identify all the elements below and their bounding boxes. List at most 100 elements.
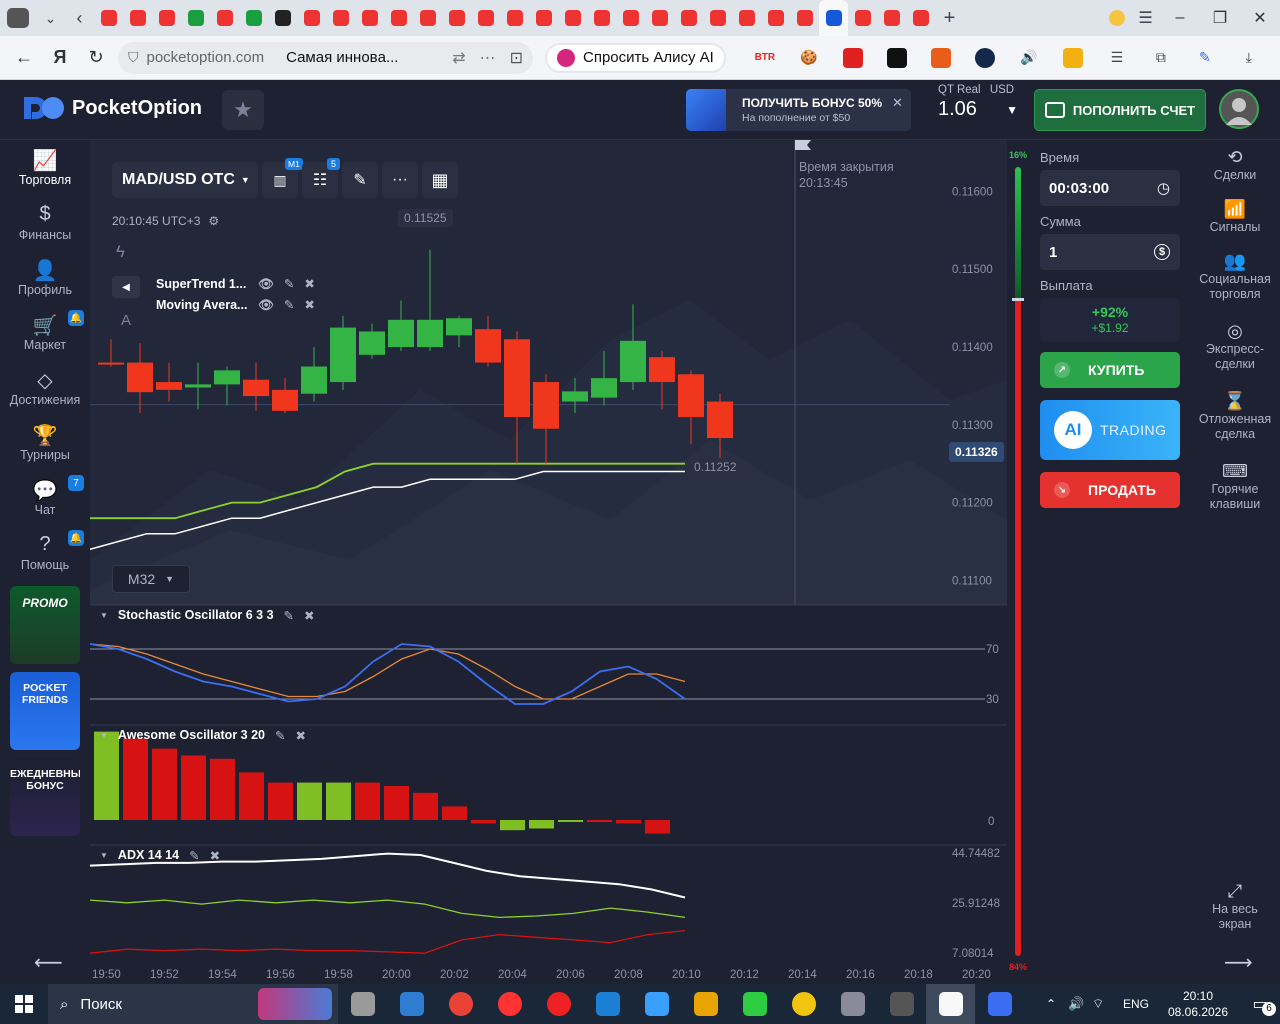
time-field[interactable]: 00:03:00 ◷	[1040, 170, 1180, 206]
security-shield-icon[interactable]: ⛉	[128, 49, 139, 66]
sidebar-item-diamond[interactable]: ◇ Достижения	[0, 360, 90, 415]
chart-canvas[interactable]: 0.11600 0.11500 0.11400 0.11300 0.11200 0.111…	[90, 140, 1007, 984]
drawing-tools-button[interactable]: ✎	[342, 162, 378, 198]
edit-pencil-icon[interactable]: ✎	[275, 728, 285, 743]
right-nav-social-trading[interactable]: 👥 Социальная торговля	[1190, 244, 1280, 314]
browser-tab[interactable]	[558, 0, 587, 36]
more-icon[interactable]: ⋯	[480, 48, 496, 68]
chevron-down-icon[interactable]: ▼	[1006, 103, 1018, 117]
restore-button[interactable]: ❐	[1200, 0, 1240, 36]
remove-x-icon[interactable]: ✖	[304, 608, 314, 623]
eye-icon[interactable]: 👁	[258, 274, 274, 295]
bookmark-icon[interactable]: ⊡	[510, 48, 523, 68]
browser-tab[interactable]	[616, 0, 645, 36]
sell-button[interactable]: ↘ ПРОДАТЬ	[1040, 472, 1180, 508]
sidebar-item-chat[interactable]: 💬 Чат 7	[0, 470, 90, 525]
extension-dark-icon[interactable]	[882, 43, 912, 73]
expand-arrow-icon[interactable]: ⟶	[1224, 950, 1253, 975]
new-tab-button[interactable]: +	[935, 0, 964, 36]
settings-gear-icon[interactable]: ⚙	[208, 214, 219, 228]
right-nav-keyboard[interactable]: ⌨ Горячие клавиши	[1190, 454, 1280, 524]
sidebar-item-help[interactable]: ? Помощь 🔔	[0, 525, 90, 580]
favorites-star-button[interactable]: ★	[222, 90, 264, 130]
ask-alice-button[interactable]: Спросить Алису AI	[545, 42, 726, 73]
promo-banner[interactable]: PROMO	[10, 586, 80, 664]
tray-chevron-icon[interactable]: ⌃	[1046, 997, 1068, 1011]
remove-x-icon[interactable]: ✖	[210, 848, 220, 863]
promo-banner[interactable]: POCKET FRIENDS	[10, 672, 80, 750]
edit-pencil-icon[interactable]: ✎	[284, 274, 294, 295]
collapse-arrow-icon[interactable]: ⟵	[34, 950, 63, 975]
sidebar-item-cart[interactable]: 🛒 Маркет 🔔	[0, 305, 90, 360]
dollar-circle-icon[interactable]: $	[1154, 244, 1170, 260]
profile-icon[interactable]	[1102, 0, 1131, 36]
back-tab-icon[interactable]: ‹	[65, 0, 94, 36]
wifi-icon[interactable]: ⌔	[1092, 996, 1116, 1012]
account-selector[interactable]: QT Real USD 1.06 ▼	[938, 84, 1018, 136]
ai-trading-button[interactable]: AI TRADING	[1040, 400, 1180, 460]
clock[interactable]: 20:10 08.06.2026	[1156, 988, 1240, 1020]
browser-tab[interactable]	[529, 0, 558, 36]
browser-tab[interactable]	[848, 0, 877, 36]
edit-pencil-icon[interactable]: ✎	[284, 608, 294, 623]
start-button[interactable]	[0, 984, 48, 1024]
browser-tab[interactable]	[210, 0, 239, 36]
extension-btr-icon[interactable]: BTR	[750, 43, 780, 73]
taskbar-app[interactable]	[485, 984, 534, 1024]
browser-tab[interactable]	[384, 0, 413, 36]
more-tools-button[interactable]: ···	[382, 162, 418, 198]
taskbar-app[interactable]	[534, 984, 583, 1024]
taskbar-app[interactable]	[583, 984, 632, 1024]
chevron-down-icon[interactable]: ▼	[100, 611, 108, 623]
clock-icon[interactable]: ◷	[1157, 179, 1170, 197]
browser-tab[interactable]	[326, 0, 355, 36]
browser-tab[interactable]	[268, 0, 297, 36]
browser-tab[interactable]	[123, 0, 152, 36]
remove-x-icon[interactable]: ✖	[295, 728, 305, 743]
taskbar-app[interactable]	[681, 984, 730, 1024]
extension-sound-icon[interactable]: 🔊	[1014, 43, 1044, 73]
avatar[interactable]	[1219, 89, 1259, 129]
tab-list-chevron-icon[interactable]: ⌄	[36, 0, 65, 36]
remove-x-icon[interactable]: ✖	[304, 295, 314, 316]
extension-edit-icon[interactable]: ✎	[1190, 43, 1220, 73]
back-arrow-icon[interactable]: ←	[6, 40, 42, 76]
taskbar-app[interactable]	[828, 984, 877, 1024]
bonus-close-icon[interactable]: ✕	[892, 95, 903, 111]
bonus-banner[interactable]: ПОЛУЧИТЬ БОНУС 50% На пополнение от $50 …	[686, 89, 911, 131]
taskbar-app[interactable]	[338, 984, 387, 1024]
extension-shield-icon[interactable]	[1058, 43, 1088, 73]
taskbar-app[interactable]	[926, 984, 975, 1024]
logo[interactable]: PocketOption	[20, 93, 202, 123]
right-nav-signal[interactable]: 📶 Сигналы	[1190, 192, 1280, 244]
deposit-button[interactable]: ПОПОЛНИТЬ СЧЕТ	[1034, 89, 1206, 131]
browser-tab[interactable]	[703, 0, 732, 36]
extension-menu-icon[interactable]: ☰	[1102, 43, 1132, 73]
minimize-button[interactable]: –	[1160, 0, 1200, 36]
browser-tab[interactable]	[413, 0, 442, 36]
taskbar-app[interactable]	[436, 984, 485, 1024]
download-icon[interactable]: ⤓	[1234, 43, 1264, 73]
chevron-down-icon[interactable]: ▼	[100, 731, 108, 743]
chart-area[interactable]: 0.11600 0.11500 0.11400 0.11300 0.11200 0.111…	[90, 140, 1007, 984]
browser-tab[interactable]	[819, 0, 848, 36]
sidebar-item-trophy[interactable]: 🏆 Турниры	[0, 415, 90, 470]
fullscreen-button[interactable]: ⤢ На весь экран	[1190, 882, 1280, 932]
collapse-indicators-button[interactable]: ◀	[112, 276, 140, 298]
browser-tab[interactable]	[152, 0, 181, 36]
browser-tab[interactable]	[297, 0, 326, 36]
notifications-button[interactable]: ▭ 6	[1240, 994, 1280, 1016]
browser-tab[interactable]	[355, 0, 384, 36]
edit-pencil-icon[interactable]: ✎	[284, 295, 294, 316]
browser-tab[interactable]	[674, 0, 703, 36]
taskbar-app[interactable]	[387, 984, 436, 1024]
taskbar-app[interactable]	[632, 984, 681, 1024]
browser-tab[interactable]	[906, 0, 935, 36]
taskbar-app[interactable]	[730, 984, 779, 1024]
browser-tab[interactable]	[732, 0, 761, 36]
remove-x-icon[interactable]: ✖	[304, 274, 314, 295]
language-indicator[interactable]: ENG	[1116, 997, 1156, 1011]
edit-pencil-icon[interactable]: ✎	[189, 848, 199, 863]
promo-banner[interactable]: ЕЖЕДНЕВНЫЙ БОНУС	[10, 758, 80, 836]
volume-icon[interactable]: 🔊	[1068, 996, 1092, 1012]
